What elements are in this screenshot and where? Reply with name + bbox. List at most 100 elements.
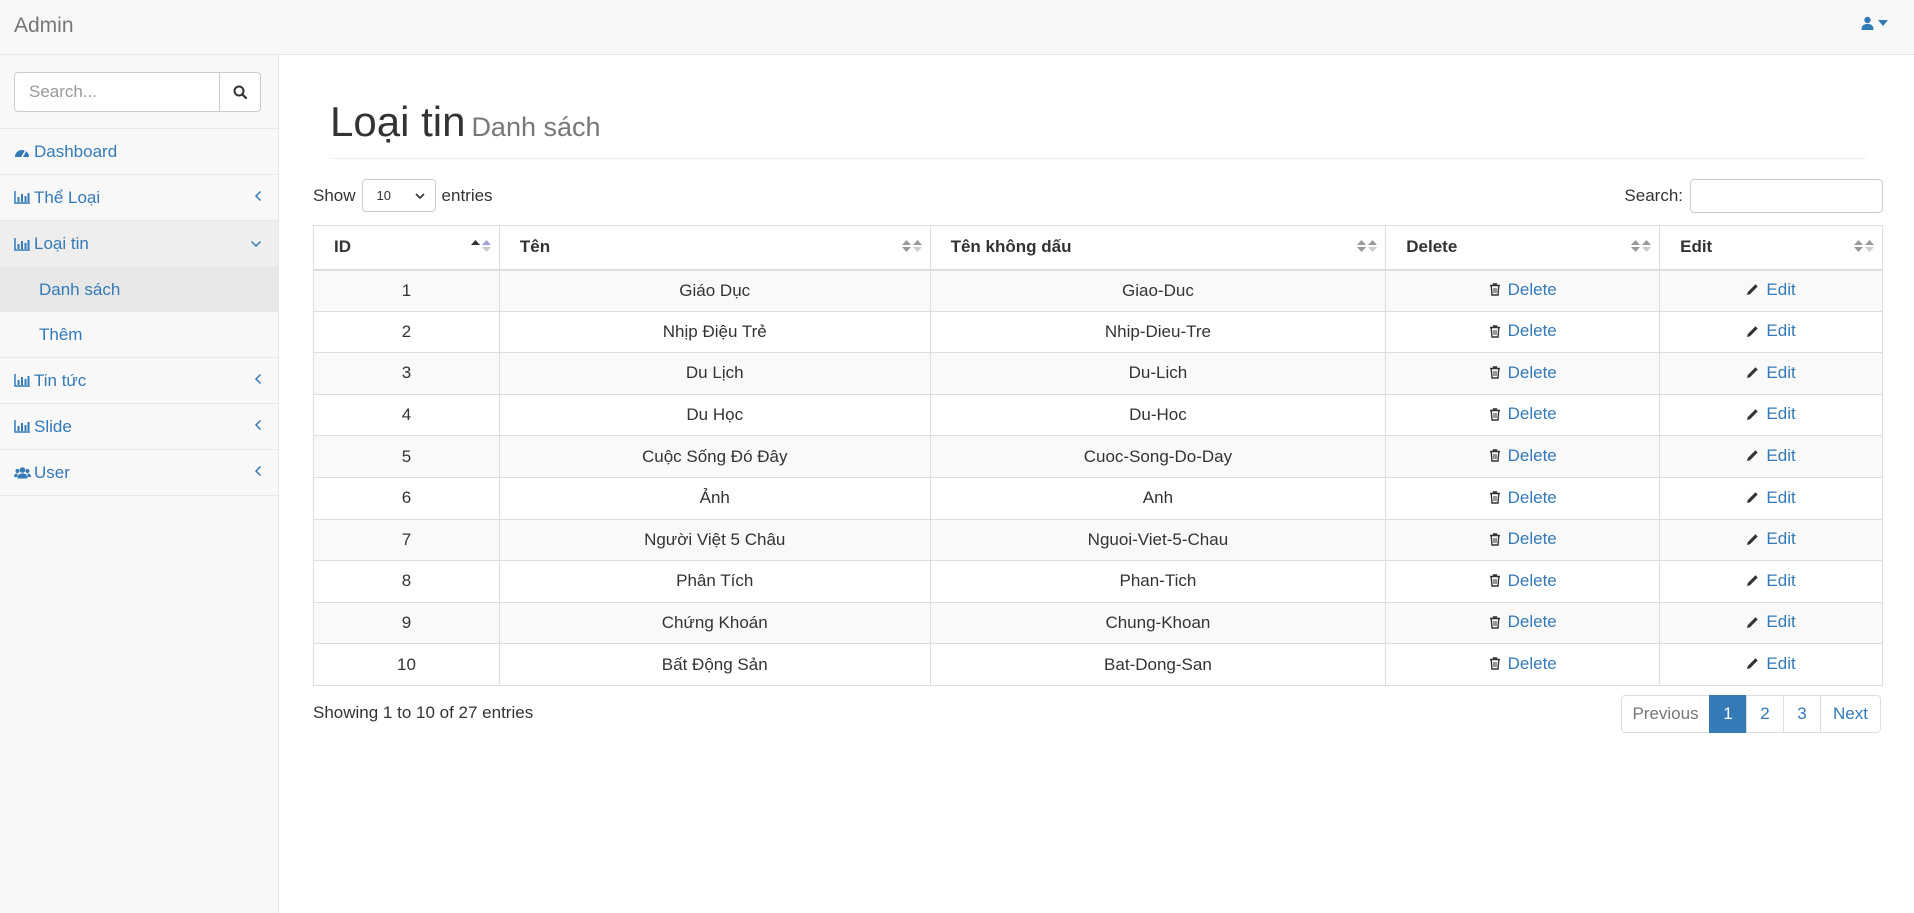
delete-link[interactable]: Delete <box>1489 612 1557 632</box>
ten-khong-dau-cell: Bat-Dong-San <box>929 643 1387 686</box>
trash-icon <box>1489 366 1501 379</box>
pencil-icon <box>1746 657 1759 670</box>
sidebar-item-label: Loại tin <box>34 234 89 253</box>
entries-select[interactable]: 10 <box>361 179 436 212</box>
delete-cell: Delete <box>1385 435 1661 478</box>
delete-cell: Delete <box>1385 601 1661 645</box>
edit-link[interactable]: Edit <box>1746 529 1796 549</box>
sort-icon <box>1357 239 1378 253</box>
sidebar-search-button[interactable] <box>219 72 261 112</box>
sidebar-subitem-danh-sach[interactable]: Danh sách <box>0 267 278 312</box>
edit-link[interactable]: Edit <box>1746 487 1796 508</box>
edit-label: Edit <box>1766 321 1796 341</box>
edit-label: Edit <box>1766 279 1796 299</box>
delete-label: Delete <box>1507 279 1557 299</box>
brand-link[interactable]: Admin <box>14 14 74 38</box>
ten-khong-dau-cell: Du-Lich <box>929 352 1387 395</box>
pagination-previous[interactable]: Previous <box>1621 695 1710 733</box>
pagination-next[interactable]: Next <box>1820 695 1881 733</box>
delete-link[interactable]: Delete <box>1489 488 1557 508</box>
column-header-edit[interactable]: Edit <box>1659 225 1883 271</box>
ten-khong-dau-cell: Du-Hoc <box>929 393 1387 437</box>
column-header-id[interactable]: ID <box>313 225 500 271</box>
edit-link[interactable]: Edit <box>1746 279 1796 300</box>
delete-link[interactable]: Delete <box>1489 280 1557 300</box>
edit-label: Edit <box>1766 653 1796 673</box>
page-title: Loại tin Danh sách <box>330 98 601 145</box>
edit-link[interactable]: Edit <box>1746 446 1796 466</box>
delete-link[interactable]: Delete <box>1489 321 1557 341</box>
delete-cell: Delete <box>1385 518 1661 562</box>
ten-cell: Phân Tích <box>498 560 931 603</box>
sidebar-item-user[interactable]: User <box>0 450 278 496</box>
ten-khong-dau-cell: Anh <box>929 476 1387 520</box>
column-header-ten[interactable]: Tên <box>498 225 931 271</box>
ten-cell: Nhịp Điệu Trẻ <box>498 310 931 354</box>
ten-cell: Chứng Khoán <box>498 601 931 645</box>
entries-select-value: 10 <box>376 188 391 203</box>
chevron-left-icon <box>254 419 262 431</box>
pagination-page-2[interactable]: 2 <box>1746 695 1784 733</box>
pagination: Previous 1 2 3 Next <box>1621 695 1881 733</box>
sidebar-search-input[interactable] <box>14 72 219 112</box>
pencil-icon <box>1746 533 1759 546</box>
delete-label: Delete <box>1507 404 1557 424</box>
edit-cell: Edit <box>1659 560 1883 603</box>
delete-cell: Delete <box>1385 352 1661 395</box>
sidebar-item-loai-tin[interactable]: Loại tin <box>0 221 278 267</box>
delete-link[interactable]: Delete <box>1489 363 1557 383</box>
edit-label: Edit <box>1766 570 1796 590</box>
edit-link[interactable]: Edit <box>1746 653 1796 674</box>
ten-khong-dau-cell: Chung-Khoan <box>929 601 1387 645</box>
data-table: ID Tên Tên không dấu Delete Edit 1 Giáo Dục Gi… <box>313 225 1883 686</box>
sidebar-subitem-them[interactable]: Thêm <box>0 312 278 357</box>
edit-link[interactable]: Edit <box>1746 612 1796 632</box>
chevron-left-icon <box>254 465 262 477</box>
sidebar-item-label: Slide <box>34 416 72 436</box>
id-cell: 1 <box>313 269 500 312</box>
pagination-page-1[interactable]: 1 <box>1709 695 1747 733</box>
ten-cell: Ảnh <box>498 476 931 520</box>
pagination-page-3[interactable]: 3 <box>1783 695 1821 733</box>
column-header-label: ID <box>334 237 351 257</box>
ten-cell: Giáo Dục <box>498 269 931 312</box>
user-menu[interactable] <box>1861 16 1888 30</box>
table-search: Search: <box>1624 179 1883 213</box>
sidebar-item-dashboard[interactable]: Dashboard <box>0 129 278 175</box>
delete-link[interactable]: Delete <box>1489 571 1557 591</box>
delete-cell: Delete <box>1385 643 1661 686</box>
bar-chart-icon <box>14 237 34 251</box>
ten-cell: Du Học <box>498 393 931 437</box>
sidebar-item-the-loai[interactable]: Thể Loại <box>0 175 278 221</box>
column-header-ten-khong-dau[interactable]: Tên không dấu <box>929 225 1387 271</box>
pencil-icon <box>1746 574 1759 587</box>
edit-cell: Edit <box>1659 476 1883 520</box>
delete-link[interactable]: Delete <box>1489 404 1557 424</box>
edit-link[interactable]: Edit <box>1746 404 1796 424</box>
delete-label: Delete <box>1507 612 1557 632</box>
page-header: Loại tin Danh sách <box>330 98 1866 159</box>
table-row: 9 Chứng Khoán Chung-Khoan Delete Edit <box>313 601 1883 645</box>
delete-link[interactable]: Delete <box>1489 529 1557 549</box>
trash-icon <box>1489 657 1501 671</box>
edit-cell: Edit <box>1659 601 1883 645</box>
edit-link[interactable]: Edit <box>1746 321 1796 341</box>
edit-cell: Edit <box>1659 435 1883 478</box>
delete-label: Delete <box>1507 321 1557 341</box>
main-content: Loại tin Danh sách Show 10 entries Search… <box>280 55 1914 913</box>
delete-cell: Delete <box>1385 476 1661 520</box>
delete-cell: Delete <box>1385 393 1661 437</box>
delete-link[interactable]: Delete <box>1489 446 1557 466</box>
column-header-delete[interactable]: Delete <box>1385 225 1661 271</box>
trash-icon <box>1489 408 1501 421</box>
sidebar-item-slide[interactable]: Slide <box>0 404 278 450</box>
edit-label: Edit <box>1766 487 1796 507</box>
delete-link[interactable]: Delete <box>1489 654 1557 674</box>
table-search-input[interactable] <box>1690 179 1883 213</box>
ten-khong-dau-cell: Giao-Duc <box>929 269 1387 312</box>
sidebar-item-tin-tuc[interactable]: Tin tức <box>0 358 278 404</box>
sidebar-item-label: Tin tức <box>34 370 87 390</box>
id-cell: 10 <box>313 643 500 686</box>
edit-link[interactable]: Edit <box>1746 570 1796 591</box>
edit-link[interactable]: Edit <box>1746 363 1796 383</box>
